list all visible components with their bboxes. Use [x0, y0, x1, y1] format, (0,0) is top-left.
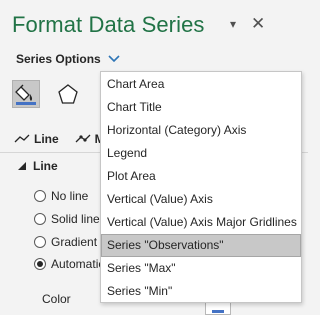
paint-bucket-icon[interactable] — [12, 80, 40, 108]
radio-gradient-line[interactable]: Gradient — [34, 234, 97, 250]
tab-line[interactable]: Line — [34, 132, 59, 146]
menu-item-series-max[interactable]: Series "Max" — [101, 257, 301, 280]
menu-item-chart-area[interactable]: Chart Area — [101, 73, 301, 96]
line-marker-tabs: Line M — [14, 132, 105, 146]
collapse-triangle-icon — [18, 162, 26, 170]
menu-item-plot-area[interactable]: Plot Area — [101, 165, 301, 188]
series-options-dropdown[interactable]: Series Options — [16, 52, 120, 66]
radio-button[interactable] — [34, 190, 46, 202]
pane-options-button[interactable]: ▾ — [230, 17, 236, 31]
menu-item-legend[interactable]: Legend — [101, 142, 301, 165]
menu-item-chart-title[interactable]: Chart Title — [101, 96, 301, 119]
radio-button-checked[interactable] — [34, 258, 46, 270]
radio-automatic[interactable]: Automatic — [34, 256, 104, 272]
menu-item-vertical-axis[interactable]: Vertical (Value) Axis — [101, 188, 301, 211]
line-section-header[interactable]: Line — [18, 159, 58, 173]
radio-label: No line — [51, 189, 89, 203]
menu-item-series-min[interactable]: Series "Min" — [101, 280, 301, 303]
menu-item-vertical-axis-gridlines[interactable]: Vertical (Value) Axis Major Gridlines — [101, 211, 301, 234]
marker-icon — [75, 134, 91, 143]
radio-no-line[interactable]: No line — [34, 188, 88, 204]
series-options-label: Series Options — [16, 52, 101, 66]
radio-label: Solid line — [51, 212, 100, 226]
line-icon — [14, 134, 30, 143]
radio-label: Gradient — [51, 235, 98, 249]
radio-label: Automatic — [51, 257, 105, 271]
color-label: Color — [42, 292, 71, 306]
close-icon[interactable]: ✕ — [251, 14, 265, 34]
radio-button[interactable] — [34, 236, 46, 248]
menu-item-horizontal-axis[interactable]: Horizontal (Category) Axis — [101, 119, 301, 142]
color-swatch-bar — [212, 310, 224, 313]
chevron-down-icon — [108, 55, 120, 63]
pane-title: Format Data Series — [12, 12, 205, 37]
line-section-title: Line — [33, 159, 58, 173]
menu-item-series-observations[interactable]: Series "Observations" — [101, 234, 301, 257]
radio-button[interactable] — [34, 213, 46, 225]
radio-solid-line[interactable]: Solid line — [34, 211, 100, 227]
series-options-menu: Chart Area Chart Title Horizontal (Categ… — [100, 71, 302, 303]
pentagon-icon[interactable] — [54, 80, 82, 108]
